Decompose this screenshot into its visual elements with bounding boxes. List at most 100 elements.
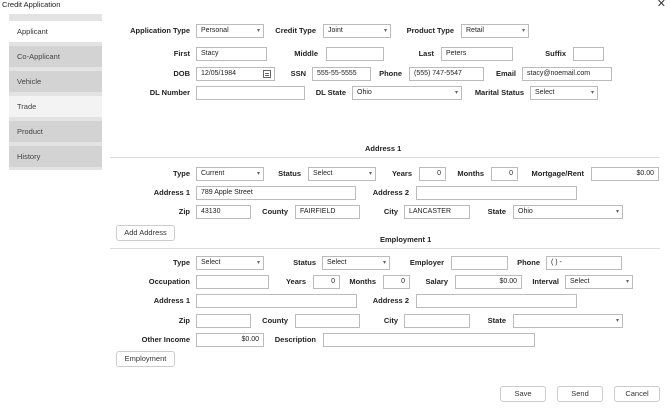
other-income-field[interactable]: $0.00 [196,333,264,347]
product-type-label: Product Type [406,26,454,35]
employer-field[interactable] [451,256,508,270]
divider [110,248,660,249]
last-name-field[interactable]: Peters [441,47,513,61]
first-name-field[interactable]: Stacy [196,47,267,61]
credit-type-select[interactable]: Joint ▾ [323,24,391,38]
employment-type-label: Type [173,258,190,267]
divider [110,157,660,158]
tab-applicant[interactable]: Applicant [9,21,102,44]
employment-months-label: Months [349,277,376,286]
state-select[interactable]: Ohio ▾ [513,205,623,219]
phone-label: Phone [379,69,402,78]
first-name-label: First [173,49,190,58]
employment-state-select[interactable]: ▾ [513,314,623,328]
ssn-label: SSN [290,69,306,78]
employment-heading: Employment 1 [380,235,432,244]
send-button[interactable]: Send [557,386,603,402]
address-years-field[interactable]: 0 [419,167,446,181]
email-label: Email [495,69,516,78]
chevron-down-icon: ▾ [368,171,372,177]
window-title: Credit Application [2,0,61,9]
dl-state-select[interactable]: Ohio ▾ [352,86,462,100]
marital-status-select[interactable]: Select ▾ [530,86,598,100]
address1-field[interactable]: 789 Apple Street [196,186,356,200]
chevron-down-icon: ▾ [256,260,260,266]
description-field[interactable] [323,333,535,347]
employment-zip-label: Zip [178,316,190,325]
employment-phone-field[interactable]: ( ) - [546,256,622,270]
chevron-down-icon: ▾ [615,209,619,215]
interval-label: Interval [532,277,559,286]
employment-months-field[interactable]: 0 [383,275,410,289]
zip-label: Zip [178,207,190,216]
tab-history[interactable]: History [9,146,102,169]
employment-address2-label: Address 2 [372,296,409,305]
mortgage-rent-label: Mortgage/Rent [531,169,585,178]
address-heading: Address 1 [365,144,402,153]
employment-city-field[interactable] [404,314,470,328]
salary-label: Salary [425,277,448,286]
middle-name-label: Middle [294,49,318,58]
description-label: Description [274,335,316,344]
employment-button[interactable]: Employment [116,351,175,367]
occupation-label: Occupation [148,277,190,286]
credit-type-label: Credit Type [275,26,316,35]
middle-name-field[interactable] [326,47,384,61]
chevron-down-icon: ▾ [383,28,387,34]
employer-label: Employer [409,258,444,267]
city-field[interactable]: LANCASTER [404,205,470,219]
address-type-select[interactable]: Current ▾ [196,167,264,181]
ssn-field[interactable]: 555-55-5555 [312,67,371,81]
chevron-down-icon: ▾ [615,318,619,324]
last-name-label: Last [418,49,434,58]
employment-address1-field[interactable] [196,294,357,308]
employment-address1-label: Address 1 [153,296,190,305]
state-label: State [487,207,506,216]
chevron-down-icon: ▾ [590,90,594,96]
employment-county-field[interactable] [295,314,360,328]
mortgage-rent-field[interactable]: $0.00 [591,167,659,181]
employment-years-field[interactable]: 0 [313,275,340,289]
chevron-down-icon: ▾ [382,260,386,266]
title-bar: Credit Application ✕ [0,0,670,10]
employment-years-label: Years [285,277,306,286]
address2-field[interactable] [416,186,577,200]
address-months-field[interactable]: 0 [491,167,518,181]
employment-type-select[interactable]: Select ▾ [196,256,264,270]
city-label: City [383,207,398,216]
product-type-select[interactable]: Retail ▾ [461,24,529,38]
phone-field[interactable]: (555) 747-5547 [409,67,484,81]
address-status-select[interactable]: Select ▾ [308,167,376,181]
employment-status-select[interactable]: Select ▾ [322,256,390,270]
interval-select[interactable]: Select ▾ [565,275,633,289]
zip-field[interactable]: 43130 [196,205,251,219]
employment-zip-field[interactable] [196,314,251,328]
employment-state-label: State [487,316,506,325]
dob-field[interactable]: 12/05/1984 [196,67,275,81]
sidebar: Applicant Co-Applicant Vehicle Trade Pro… [9,14,102,170]
add-address-button[interactable]: Add Address [116,225,175,241]
application-type-select[interactable]: Personal ▾ [196,24,264,38]
county-field[interactable]: FAIRFIELD [295,205,360,219]
tab-vehicle[interactable]: Vehicle [9,71,102,94]
tab-co-applicant[interactable]: Co-Applicant [9,46,102,69]
chevron-down-icon: ▾ [521,28,525,34]
other-income-label: Other Income [141,335,190,344]
tab-product[interactable]: Product [9,121,102,144]
dl-number-field[interactable] [196,86,305,100]
suffix-label: Suffix [545,49,566,58]
calendar-icon[interactable] [263,70,271,78]
employment-address2-field[interactable] [416,294,577,308]
cancel-button[interactable]: Cancel [614,386,660,402]
tab-trade[interactable]: Trade [9,96,102,119]
chevron-down-icon: ▾ [256,28,260,34]
dl-state-label: DL State [315,88,346,97]
email-field[interactable]: stacy@noemail.com [522,67,612,81]
employment-city-label: City [383,316,398,325]
save-button[interactable]: Save [500,386,546,402]
suffix-field[interactable] [573,47,604,61]
close-icon[interactable]: ✕ [657,0,666,10]
occupation-field[interactable] [196,275,269,289]
employment-county-label: County [262,316,288,325]
salary-field[interactable]: $0.00 [455,275,522,289]
